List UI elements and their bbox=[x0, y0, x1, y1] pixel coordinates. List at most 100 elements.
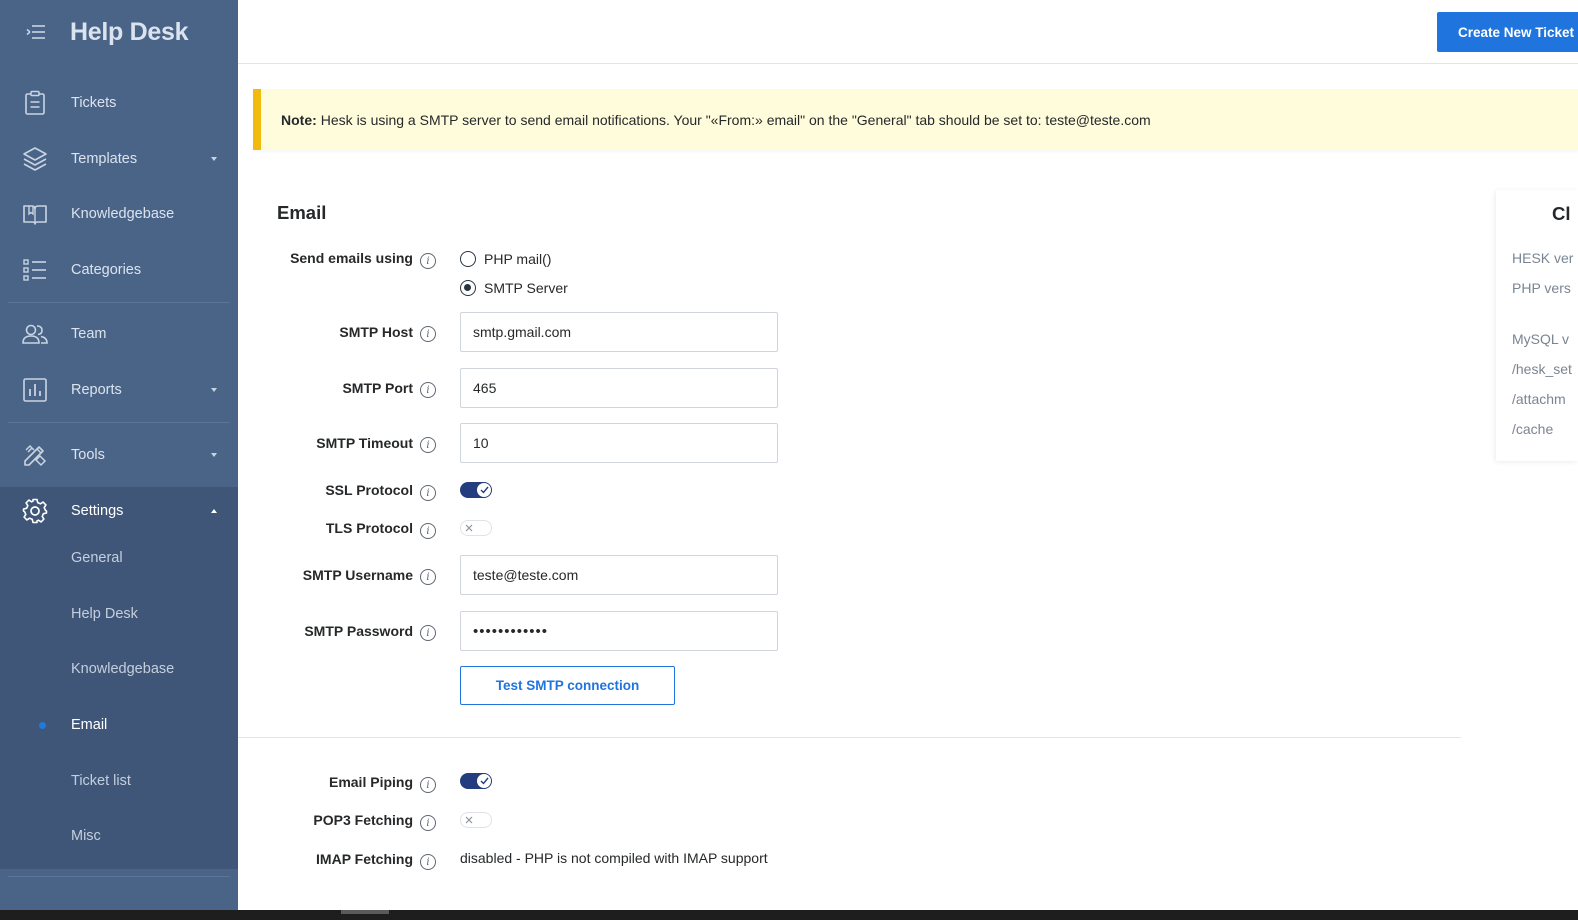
panel-line: /hesk_set bbox=[1512, 361, 1572, 377]
test-smtp-connection-button[interactable]: Test SMTP connection bbox=[460, 666, 675, 705]
section-title: Email bbox=[277, 202, 327, 223]
scrollbar-thumb[interactable] bbox=[341, 910, 389, 914]
info-icon[interactable]: i bbox=[420, 523, 436, 539]
chevron-down-icon bbox=[211, 453, 217, 457]
info-icon[interactable]: i bbox=[420, 437, 436, 453]
info-icon[interactable]: i bbox=[420, 382, 436, 398]
email-piping-toggle[interactable] bbox=[460, 773, 492, 789]
sidebar-divider bbox=[8, 302, 230, 303]
info-icon[interactable]: i bbox=[420, 485, 436, 501]
settings-sub-misc[interactable]: Misc bbox=[0, 816, 238, 856]
sidebar-item-categories[interactable]: Categories bbox=[0, 246, 238, 294]
collapse-menu-icon[interactable] bbox=[24, 20, 48, 44]
settings-sub-general[interactable]: General bbox=[0, 538, 238, 578]
panel-line: MySQL v bbox=[1512, 331, 1570, 347]
php-mail-radio[interactable] bbox=[460, 251, 476, 267]
smtp-password-input[interactable] bbox=[460, 611, 778, 651]
tools-icon bbox=[22, 442, 48, 468]
settings-sub-help-desk[interactable]: Help Desk bbox=[0, 594, 238, 634]
x-icon bbox=[462, 521, 476, 535]
sub-item-label: Misc bbox=[71, 828, 101, 844]
info-icon[interactable]: i bbox=[420, 569, 436, 585]
sidebar-item-settings[interactable]: Settings bbox=[0, 487, 238, 535]
book-icon bbox=[22, 201, 48, 227]
clipboard-icon bbox=[22, 90, 48, 116]
sidebar-item-templates[interactable]: Templates bbox=[0, 135, 238, 183]
top-bar bbox=[238, 0, 1578, 64]
imap-status-text: disabled - PHP is not compiled with IMAP… bbox=[460, 850, 768, 866]
settings-sub-knowledgebase[interactable]: Knowledgebase bbox=[0, 649, 238, 689]
smtp-password-label: SMTP Password bbox=[304, 623, 413, 639]
sidebar-item-label: Categories bbox=[71, 262, 142, 278]
sidebar-item-label: Tickets bbox=[71, 95, 117, 111]
note-prefix: Note: bbox=[281, 111, 317, 128]
email-piping-label: Email Piping bbox=[328, 774, 413, 790]
php-mail-label: PHP mail() bbox=[484, 251, 552, 267]
send-emails-label: Send emails using bbox=[290, 250, 413, 266]
sidebar-divider bbox=[8, 876, 230, 877]
imap-fetching-label: IMAP Fetching bbox=[316, 851, 413, 867]
note-text: Hesk is using a SMTP server to send emai… bbox=[320, 111, 1151, 128]
create-new-ticket-button[interactable]: Create New Ticket bbox=[1437, 12, 1578, 52]
sidebar: Help Desk Tickets Templates Knowledgebas… bbox=[0, 0, 238, 910]
sub-item-label: Email bbox=[71, 717, 108, 733]
info-icon[interactable]: i bbox=[420, 253, 436, 269]
sidebar-item-tools[interactable]: Tools bbox=[0, 431, 238, 479]
smtp-host-input[interactable] bbox=[460, 312, 778, 352]
panel-title: Cl bbox=[1552, 203, 1571, 224]
app-title: Help Desk bbox=[70, 17, 189, 46]
chart-icon bbox=[22, 377, 48, 403]
sidebar-item-label: Tools bbox=[71, 447, 105, 463]
x-icon bbox=[462, 813, 476, 827]
chevron-down-icon bbox=[211, 388, 217, 392]
gear-icon bbox=[22, 498, 48, 524]
sidebar-item-label: Reports bbox=[71, 382, 122, 398]
team-icon bbox=[22, 321, 48, 347]
chevron-up-icon bbox=[211, 509, 217, 513]
sidebar-item-label: Settings bbox=[71, 503, 124, 519]
sidebar-header: Help Desk bbox=[0, 0, 238, 64]
panel-line: PHP vers bbox=[1512, 280, 1571, 296]
sidebar-item-reports[interactable]: Reports bbox=[0, 366, 238, 414]
smtp-server-radio[interactable] bbox=[460, 280, 476, 296]
system-check-panel: Cl HESK ver PHP vers MySQL v /hesk_set /… bbox=[1496, 190, 1578, 461]
sub-item-label: Ticket list bbox=[71, 773, 131, 789]
sidebar-item-label: Templates bbox=[71, 151, 138, 167]
pop3-fetching-toggle[interactable] bbox=[460, 812, 492, 828]
panel-line: /attachm bbox=[1512, 391, 1566, 407]
ssl-protocol-label: SSL Protocol bbox=[325, 482, 413, 498]
settings-sub-email[interactable]: Email bbox=[0, 705, 238, 745]
sidebar-item-team[interactable]: Team bbox=[0, 310, 238, 358]
sidebar-item-label: Knowledgebase bbox=[71, 206, 175, 222]
panel-line: /cache bbox=[1512, 421, 1554, 437]
sidebar-item-knowledgebase[interactable]: Knowledgebase bbox=[0, 190, 238, 238]
panel-line: HESK ver bbox=[1512, 250, 1574, 266]
settings-submenu: Settings General Help Desk Knowledgebase… bbox=[0, 487, 238, 869]
info-icon[interactable]: i bbox=[420, 625, 436, 641]
smtp-username-label: SMTP Username bbox=[302, 567, 413, 583]
chevron-down-icon bbox=[211, 157, 217, 161]
info-icon[interactable]: i bbox=[420, 777, 436, 793]
tls-protocol-label: TLS Protocol bbox=[325, 520, 413, 536]
info-icon[interactable]: i bbox=[420, 815, 436, 831]
check-icon bbox=[477, 483, 491, 497]
sidebar-divider bbox=[8, 422, 230, 423]
info-icon[interactable]: i bbox=[420, 854, 436, 870]
horizontal-scrollbar[interactable] bbox=[0, 910, 1578, 920]
ssl-protocol-toggle[interactable] bbox=[460, 482, 492, 498]
smtp-port-input[interactable] bbox=[460, 368, 778, 408]
section-divider bbox=[238, 737, 1461, 738]
smtp-host-label: SMTP Host bbox=[339, 324, 413, 340]
smtp-username-input[interactable] bbox=[460, 555, 778, 595]
info-icon[interactable]: i bbox=[420, 326, 436, 342]
sidebar-item-tickets[interactable]: Tickets bbox=[0, 79, 238, 127]
list-icon bbox=[22, 257, 48, 283]
tls-protocol-toggle[interactable] bbox=[460, 520, 492, 536]
layers-icon bbox=[22, 146, 48, 172]
smtp-server-label: SMTP Server bbox=[484, 280, 568, 296]
smtp-timeout-input[interactable] bbox=[460, 423, 778, 463]
pop3-fetching-label: POP3 Fetching bbox=[313, 812, 413, 828]
sidebar-item-label: Team bbox=[71, 326, 107, 342]
settings-sub-ticket-list[interactable]: Ticket list bbox=[0, 761, 238, 801]
smtp-port-label: SMTP Port bbox=[342, 380, 413, 396]
